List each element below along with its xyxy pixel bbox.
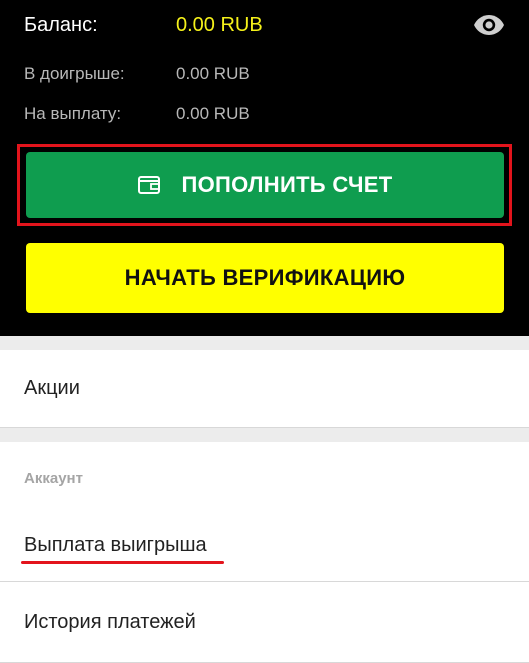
start-verification-button[interactable]: НАЧАТЬ ВЕРИФИКАЦИЮ [26,243,504,313]
menu-item-promotions[interactable]: Акции [0,350,529,428]
promotions-label: Акции [24,377,80,399]
account-section-title: Аккаунт [24,470,83,487]
payment-history-label: История платежей [24,611,196,633]
section-divider [0,336,529,350]
menu-item-payout[interactable]: Выплата выигрыша [0,510,529,582]
in-play-value: 0.00 RUB [176,64,250,83]
balance-value: 0.00 RUB [176,14,263,36]
payout-label: Выплата выигрыша [24,534,207,556]
eye-icon[interactable] [472,12,506,38]
balance-panel: Баланс: 0.00 RUB В доигрыше: 0.00 RUB На… [0,0,529,336]
balance-label: Баланс: [24,14,98,36]
in-play-label: В доигрыше: [24,64,125,83]
deposit-button[interactable]: ПОПОЛНИТЬ СЧЕТ [26,152,504,218]
payout-highlight-underline [21,561,224,564]
section-divider [0,428,529,442]
payout-amount-label: На выплату: [24,104,122,123]
deposit-button-label: ПОПОЛНИТЬ СЧЕТ [181,172,393,197]
verification-button-label: НАЧАТЬ ВЕРИФИКАЦИЮ [124,265,406,290]
wallet-icon [137,176,160,194]
menu-item-payment-history[interactable]: История платежей [0,583,529,663]
payout-amount-value: 0.00 RUB [176,104,250,123]
